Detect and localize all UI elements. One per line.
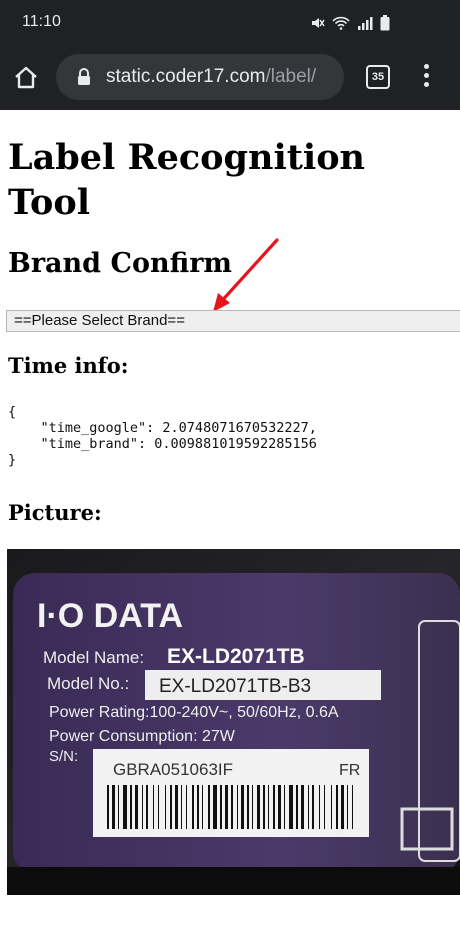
barcode-bar [220, 785, 222, 829]
barcode-bar [202, 785, 203, 829]
barcode-bar [289, 785, 293, 829]
photo-sn-label: S/N: [49, 748, 78, 765]
url-host: static.coder17.com [106, 66, 266, 87]
home-button[interactable] [12, 64, 40, 92]
barcode-bar [123, 785, 127, 829]
barcode-bar [225, 785, 228, 829]
barcode-bar [165, 785, 166, 829]
barcode-bar [268, 785, 269, 829]
barcode-bar [336, 785, 338, 829]
barcode-bar [146, 785, 148, 829]
dot-icon [423, 73, 429, 78]
status-bar: 11:10 [0, 0, 460, 46]
browser-toolbar: static.coder17.com/label/ 35 [0, 46, 460, 110]
barcode-bar [197, 785, 199, 829]
barcode-bar [263, 785, 265, 829]
barcode-bar [319, 785, 320, 829]
mute-icon [312, 18, 325, 28]
status-icons [311, 14, 390, 32]
home-icon [15, 66, 37, 89]
signal-icon [358, 17, 373, 30]
url-path: /label/ [265, 66, 317, 87]
page-title: Label Recognition Tool [8, 137, 365, 223]
barcode-bar [347, 785, 348, 829]
barcode-bar [237, 785, 238, 829]
barcode-bar [273, 785, 275, 829]
barcode-bar [142, 785, 143, 829]
barcode-bar [331, 785, 332, 829]
barcode-bar [352, 785, 353, 829]
brand-confirm-heading: Brand Confirm [8, 248, 233, 279]
barcode-bar [308, 785, 309, 829]
wifi-icon [332, 16, 350, 30]
url-text: static.coder17.com/label/ [106, 66, 316, 88]
barcode-bar [175, 785, 178, 829]
tab-switcher-button[interactable]: 35 [366, 65, 390, 89]
barcode-bar [192, 785, 194, 829]
barcode-bar [118, 785, 119, 829]
dot-icon [423, 82, 429, 87]
barcode-bar [341, 785, 344, 829]
barcode-bar [213, 785, 217, 829]
photo-power-rating: Power Rating:100-240V~, 50/60Hz, 0.6A [49, 704, 339, 721]
barcode-bar [301, 785, 304, 829]
photo-power-consumption: Power Consumption: 27W [49, 728, 236, 745]
time-info-heading: Time info: [8, 353, 129, 378]
barcode-bar [312, 785, 314, 829]
barcode-bar [158, 785, 159, 829]
photo-model-name-label: Model Name: [43, 648, 144, 667]
barcode-bar [170, 785, 172, 829]
barcode-bar [241, 785, 244, 829]
barcode-bar [231, 785, 233, 829]
lock-icon [78, 68, 90, 85]
label-photo-graphic: I·O DATA Model Name: EX-LD2071TB Model N… [7, 549, 460, 895]
battery-icon [380, 15, 390, 31]
photo-serial: GBRA051063IF [113, 760, 233, 779]
photo-model-no-label: Model No.: [47, 674, 129, 693]
photo-model-name: EX-LD2071TB [167, 645, 305, 668]
barcode-bar [181, 785, 182, 829]
picture-heading: Picture: [8, 500, 102, 525]
barcode-bar [252, 785, 253, 829]
barcode-bar [153, 785, 154, 829]
barcode-bar [324, 785, 325, 829]
photo-brand-text: I·O DATA [37, 597, 183, 635]
barcode-bar [107, 785, 109, 829]
photo-region: FR [339, 762, 360, 779]
barcode-bar [278, 785, 281, 829]
dot-icon [423, 64, 429, 69]
time-info-json: { "time_google": 2.0748071670532227, "ti… [8, 404, 317, 468]
url-bar[interactable]: static.coder17.com/label/ [56, 54, 344, 100]
barcode-bar [135, 785, 138, 829]
brand-select[interactable]: ==Please Select Brand== [6, 310, 460, 332]
overflow-menu-button[interactable] [418, 64, 434, 92]
barcode-bar [186, 785, 187, 829]
barcode-bar [130, 785, 132, 829]
barcode-bar [296, 785, 298, 829]
barcode-bar [257, 785, 260, 829]
label-photo: I·O DATA Model Name: EX-LD2071TB Model N… [7, 549, 460, 895]
barcode-bar [247, 785, 249, 829]
barcode-bar [112, 785, 115, 829]
status-time: 11:10 [22, 13, 61, 30]
barcode-bar [208, 785, 210, 829]
photo-model-no: EX-LD2071TB-B3 [159, 676, 311, 697]
barcode-bar [284, 785, 285, 829]
